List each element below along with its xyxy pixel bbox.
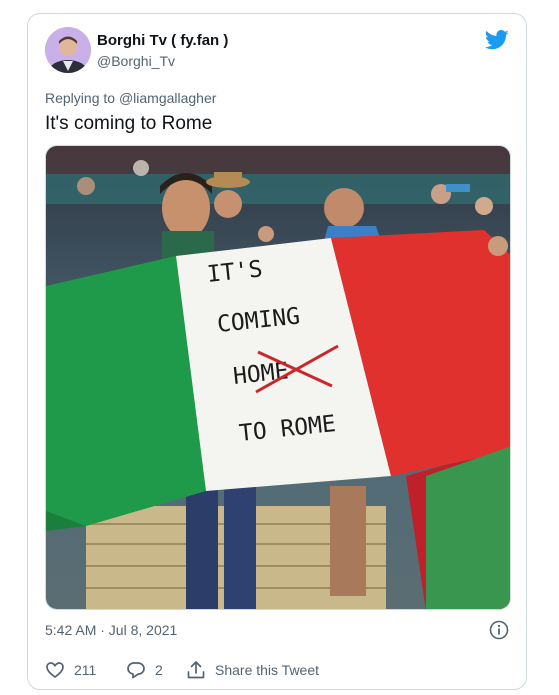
share-button[interactable]: Share this Tweet	[186, 660, 319, 680]
replying-mention-link[interactable]: @liamgallagher	[119, 90, 216, 106]
reply-bubble-icon	[127, 662, 145, 679]
like-button[interactable]: 211	[45, 660, 96, 680]
reply-count: 2	[155, 662, 163, 678]
display-name[interactable]: Borghi Tv ( fy.fan )	[97, 32, 228, 49]
replying-to: Replying to @liamgallagher	[45, 90, 216, 106]
reply-button[interactable]: 2	[126, 660, 163, 680]
info-icon[interactable]	[489, 620, 509, 640]
user-handle[interactable]: @Borghi_Tv	[97, 53, 175, 69]
share-icon	[187, 661, 205, 679]
tweet-text: It's coming to Rome	[45, 113, 213, 134]
avatar[interactable]	[45, 27, 91, 73]
share-label: Share this Tweet	[215, 662, 320, 678]
tweet-timestamp[interactable]: 5:42 AM · Jul 8, 2021	[45, 622, 177, 638]
replying-label: Replying to	[45, 90, 116, 106]
tweet-photo[interactable]: IT'S COMING HOME TO ROME	[45, 145, 511, 610]
twitter-bird-icon[interactable]	[484, 30, 509, 50]
tweet-card: Borghi Tv ( fy.fan ) @Borghi_Tv Replying…	[27, 13, 527, 690]
heart-icon	[46, 662, 64, 679]
like-count: 211	[74, 662, 97, 678]
